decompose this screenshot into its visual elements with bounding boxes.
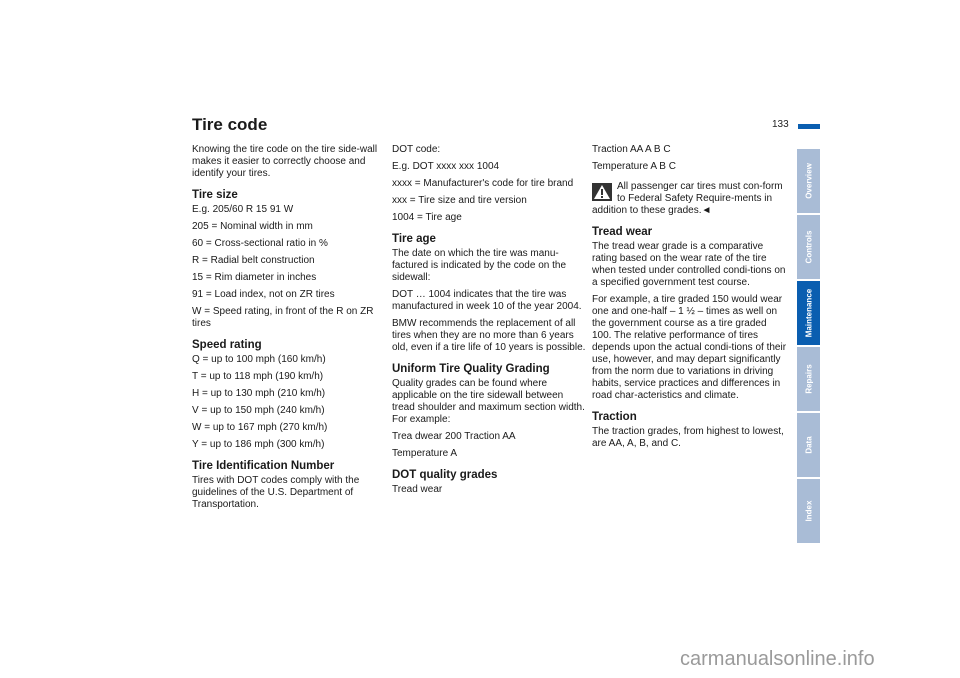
tire-size-line: R = Radial belt construction [192,255,315,266]
dot-quality-grades-text: Tread wear [392,484,443,495]
utqg-paragraph: Trea dwear 200 Traction AA [392,431,516,442]
tire-size-line: 205 = Nominal width in mm [192,221,313,232]
dot-code-line: DOT code: [392,144,441,155]
tire-size-line: 15 = Rim diameter in inches [192,272,317,283]
grade-line: Temperature A B C [592,161,676,172]
dot-quality-grades-heading: DOT quality grades [392,469,498,481]
tire-size-line: W = Speed rating, in front of the R on Z… [192,306,374,329]
utqg-paragraph: Quality grades can be found where applic… [392,378,585,425]
utqg-paragraph: Temperature A [392,448,458,459]
tire-age-heading: Tire age [392,233,436,245]
dot-code-line: 1004 = Tire age [392,212,462,223]
tire-age-paragraph: The date on which the tire was manu-fact… [392,248,567,283]
tire-size-line: 91 = Load index, not on ZR tires [192,289,335,300]
utqg-heading: Uniform Tire Quality Grading [392,363,550,375]
tire-age-paragraph: DOT … 1004 indicates that the tire was m… [392,289,582,312]
warning-text: All passenger car tires must con-form to… [592,181,783,216]
tab-controls[interactable]: Controls [797,215,820,279]
tab-repairs[interactable]: Repairs [797,347,820,411]
speed-rating-line: V = up to 150 mph (240 km/h) [192,405,325,416]
column-1: Knowing the tire code on the tire side-w… [192,144,387,516]
tin-text: Tires with DOT codes comply with the gui… [192,475,360,510]
speed-rating-line: Q = up to 100 mph (160 km/h) [192,354,326,365]
column-3: Traction AA A B C Temperature A B C All … [592,144,787,455]
page-marker-bar [798,124,820,129]
tin-heading: Tire Identification Number [192,460,335,472]
speed-rating-line: Y = up to 186 mph (300 km/h) [192,439,325,450]
warning-note: All passenger car tires must con-form to… [592,181,787,217]
speed-rating-line: T = up to 118 mph (190 km/h) [192,371,324,382]
tire-size-line: 60 = Cross-sectional ratio in % [192,238,328,249]
tab-label: Data [804,436,813,454]
tab-label: Controls [804,230,813,264]
tab-index[interactable]: Index [797,479,820,543]
tab-overview[interactable]: Overview [797,149,820,213]
speed-rating-heading: Speed rating [192,339,262,351]
tab-data[interactable]: Data [797,413,820,477]
tab-label: Index [804,500,813,522]
intro-text: Knowing the tire code on the tire side-w… [192,144,378,179]
tire-size-heading: Tire size [192,189,238,201]
tab-label: Repairs [804,364,813,394]
tread-wear-paragraph: The tread wear grade is a comparative ra… [592,241,786,288]
tread-wear-heading: Tread wear [592,226,653,238]
tire-age-paragraph: BMW recommends the replacement of all ti… [392,318,586,353]
tread-wear-paragraph: For example, a tire graded 150 would wea… [592,294,787,401]
dot-code-line: xxxx = Manufacturer's code for tire bran… [392,178,574,189]
grade-line: Traction AA A B C [592,144,671,155]
tab-label: Maintenance [804,288,813,338]
tire-size-line: E.g. 205/60 R 15 91 W [192,204,294,215]
watermark: carmanualsonline.info [680,648,875,670]
tab-maintenance[interactable]: Maintenance [797,281,820,345]
traction-text: The traction grades, from highest to low… [592,426,784,449]
page-number: 133 [772,119,789,130]
tab-label: Overview [804,163,813,199]
speed-rating-line: H = up to 130 mph (210 km/h) [192,388,326,399]
dot-code-line: xxx = Tire size and tire version [392,195,527,206]
column-2: DOT code: E.g. DOT xxxx xxx 1004 xxxx = … [392,144,587,501]
warning-icon [592,183,612,201]
traction-heading: Traction [592,411,637,423]
page-title: Tire code [192,115,268,134]
speed-rating-line: W = up to 167 mph (270 km/h) [192,422,328,433]
dot-code-line: E.g. DOT xxxx xxx 1004 [392,161,500,172]
